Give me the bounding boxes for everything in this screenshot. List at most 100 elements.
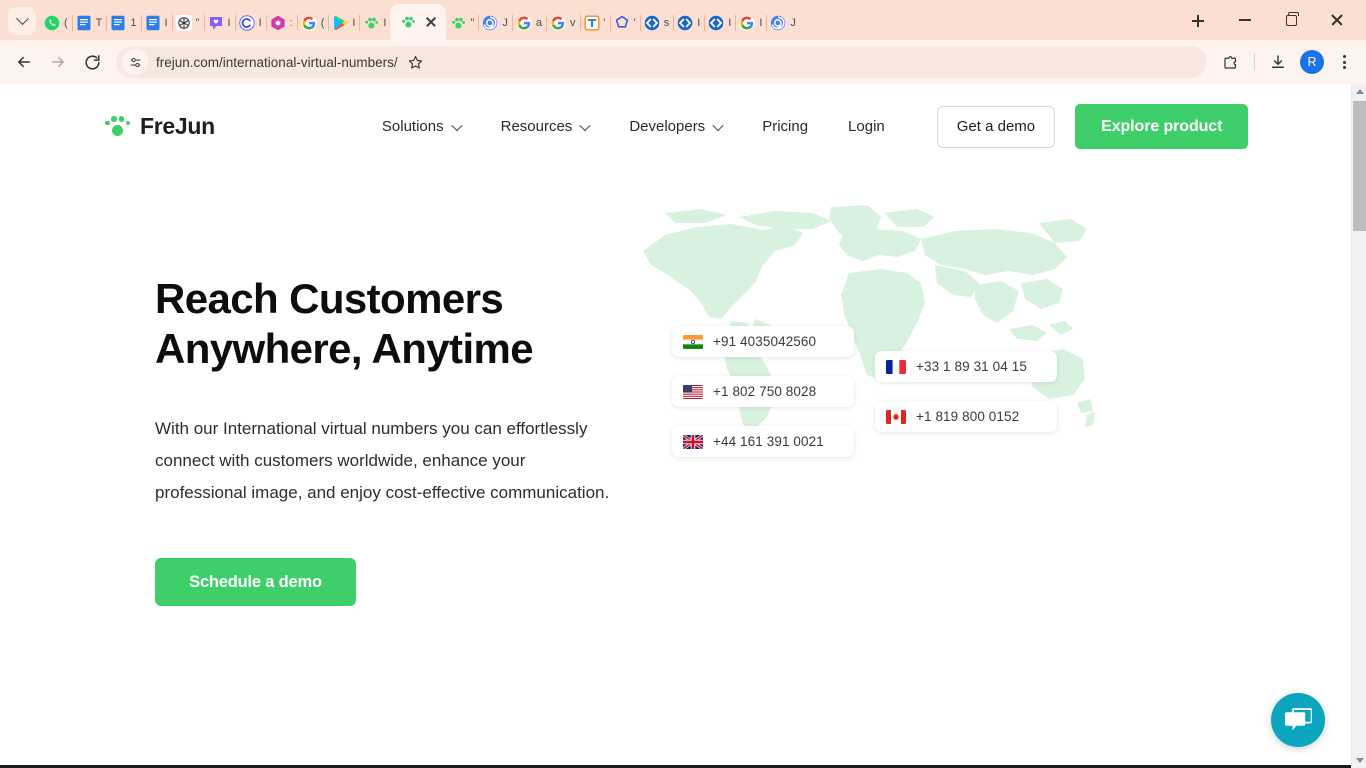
site-info-icon[interactable] (122, 49, 148, 75)
profile-button[interactable]: R (1296, 46, 1328, 78)
flag-france-icon (886, 359, 906, 374)
browser-tab[interactable]: I (673, 6, 706, 40)
minimize-icon (1239, 19, 1251, 21)
browser-tab[interactable]: I (328, 6, 361, 40)
tab-title: I (258, 17, 262, 29)
browser-tab[interactable]: J (766, 6, 800, 40)
schedule-a-demo-button[interactable]: Schedule a demo (155, 558, 356, 607)
phone-number-card[interactable]: +1 819 800 0152 (875, 401, 1057, 432)
chatgpt-icon (175, 15, 192, 31)
close-window-button[interactable] (1314, 0, 1360, 40)
close-icon (1330, 13, 1344, 27)
heading-line-1: Reach Customers (155, 275, 504, 322)
phone-number-text: +91 4035042560 (713, 334, 817, 349)
tab-search-button[interactable] (8, 7, 36, 35)
site-logo[interactable]: FreJun (105, 113, 215, 140)
phone-number-card[interactable]: +91 4035042560 (672, 326, 854, 357)
tab-title: ( (64, 17, 68, 29)
code-brackets-icon (708, 15, 724, 31)
nav-item-login[interactable]: Login (848, 118, 885, 135)
browser-tab[interactable]: ' (610, 6, 641, 40)
google-icon (739, 15, 755, 31)
minimize-button[interactable] (1222, 0, 1268, 40)
explore-product-button[interactable]: Explore product (1075, 104, 1249, 149)
browser-tab[interactable]: I (704, 6, 737, 40)
kebab-dot (1342, 54, 1346, 58)
new-tab-button[interactable] (1184, 7, 1212, 35)
flag-usa-icon (683, 384, 703, 399)
get-a-demo-button[interactable]: Get a demo (936, 105, 1056, 148)
scroll-up-button[interactable] (1352, 84, 1366, 99)
chrome-menu-button[interactable] (1330, 48, 1358, 76)
tab-close-button[interactable] (424, 15, 438, 29)
chevron-down-icon (15, 11, 29, 25)
browser-tab[interactable]: I (235, 6, 267, 40)
maximize-icon (1285, 11, 1299, 26)
tab-title: ( (320, 17, 325, 29)
phone-number-card[interactable]: +33 1 89 31 04 15 (875, 351, 1057, 382)
nav-item-label: Solutions (381, 118, 444, 135)
browser-tab[interactable]: v (546, 6, 581, 40)
browser-tab[interactable]: J (478, 6, 513, 40)
browser-tab[interactable]: I (359, 6, 392, 40)
tab-title: a (535, 17, 543, 29)
scroll-down-button[interactable] (1352, 753, 1366, 768)
chat-widget-button[interactable] (1271, 693, 1325, 747)
window-controls (1222, 0, 1360, 40)
browser-tab[interactable]: I (141, 6, 173, 40)
code-brackets-icon (677, 15, 693, 31)
whatsapp-icon (44, 15, 60, 31)
browser-tab[interactable]: ( (40, 6, 73, 40)
tab-strip: (T 1 I " I I: (I I " Ja v ' ' s I I I J (0, 0, 1366, 40)
tab-title: I (164, 17, 168, 29)
nav-item-developers[interactable]: Developers (629, 118, 724, 135)
google-docs-icon (110, 15, 126, 31)
tab-title: I (697, 17, 701, 29)
browser-tab[interactable]: I (735, 6, 768, 40)
nav-item-resources[interactable]: Resources (500, 118, 591, 135)
triangle-down-icon (1355, 758, 1364, 763)
browser-toolbar: frejun.com/international-virtual-numbers… (0, 40, 1366, 84)
browser-tab[interactable]: T (72, 6, 108, 40)
browser-tab[interactable]: : (266, 6, 298, 40)
bookmark-button[interactable] (402, 48, 430, 76)
maximize-button[interactable] (1268, 0, 1314, 40)
browser-tab[interactable]: a (512, 6, 548, 40)
chevron-down-icon (450, 119, 463, 131)
nav-item-pricing[interactable]: Pricing (762, 118, 808, 135)
kebab-dot (1342, 66, 1346, 70)
downloads-button[interactable] (1262, 46, 1294, 78)
tab-title: I (352, 17, 356, 29)
frejun-icon (363, 15, 379, 31)
browser-tab-active[interactable] (390, 4, 447, 40)
forward-button[interactable] (42, 46, 74, 78)
browser-tab[interactable]: ' (580, 6, 611, 40)
tab-title: I (383, 17, 387, 29)
reload-button[interactable] (76, 46, 108, 78)
scrollbar-thumb[interactable] (1353, 101, 1366, 231)
back-button[interactable] (8, 46, 40, 78)
header-actions: Get a demo Explore product (936, 104, 1249, 149)
google-icon (550, 15, 566, 31)
frejun-icon (400, 14, 416, 30)
browser-tab[interactable]: ( (297, 6, 330, 40)
nav-item-solutions[interactable]: Solutions (381, 118, 463, 135)
browser-tab[interactable]: I (204, 6, 236, 40)
browser-viewport: FreJun Solutions Resources Developers Prici… (0, 84, 1366, 768)
puzzle-icon (1224, 56, 1237, 69)
phone-number-card[interactable]: +1 802 750 8028 (672, 376, 854, 407)
tab-title: J (502, 17, 508, 29)
address-bar[interactable]: frejun.com/international-virtual-numbers… (116, 46, 1207, 78)
browser-tab[interactable]: " (446, 6, 480, 40)
phone-number-card[interactable]: +44 161 391 0021 (672, 426, 854, 457)
browser-tab[interactable]: s (640, 6, 675, 40)
spiral-icon (770, 15, 786, 31)
tab-title: : (289, 17, 293, 29)
page-scrollbar[interactable] (1351, 84, 1366, 768)
site-header: FreJun Solutions Resources Developers Prici… (0, 84, 1351, 169)
main-navigation: Solutions Resources Developers Pricing Login (382, 118, 885, 135)
nav-item-label: Resources (500, 118, 573, 135)
extensions-button[interactable] (1215, 46, 1247, 78)
browser-tab[interactable]: " (172, 6, 205, 40)
browser-tab[interactable]: 1 (106, 6, 142, 40)
